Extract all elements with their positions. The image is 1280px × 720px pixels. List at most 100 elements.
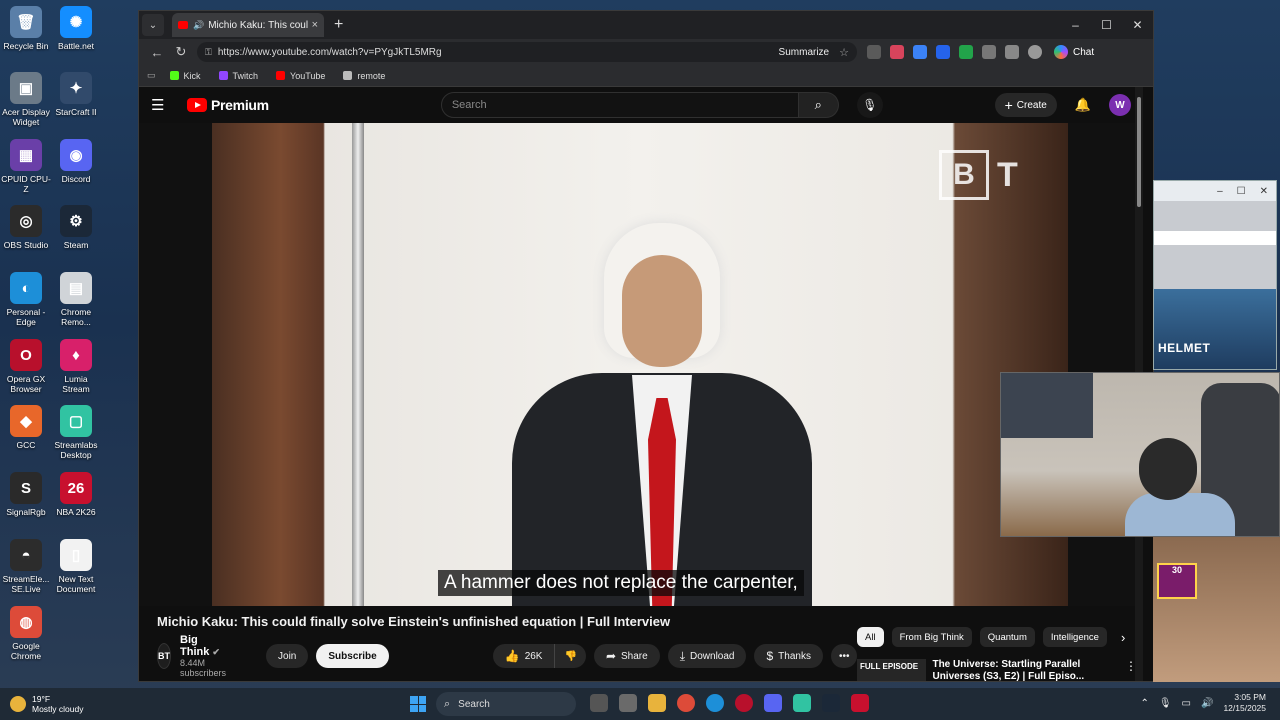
youtube-premium-logo[interactable]: Premium (187, 97, 269, 113)
desktop-icon-recycle-bin[interactable]: 🗑 Recycle Bin (0, 6, 52, 51)
youtube-play-icon (187, 98, 207, 112)
discord-icon[interactable] (764, 694, 782, 712)
download-button[interactable]: ⤓ Download (667, 644, 747, 668)
new-tab-button[interactable]: + (334, 16, 343, 34)
start-button[interactable] (410, 696, 426, 712)
recommended-thumbnail[interactable]: FULL EPISODE (857, 659, 927, 681)
edge-icon[interactable] (706, 694, 724, 712)
extensions-puzzle-icon[interactable] (1005, 45, 1019, 59)
desktop-icon-personal-edge[interactable]: ◐ Personal - Edge (0, 272, 52, 327)
favorite-star-icon[interactable]: ☆ (839, 46, 849, 59)
favorite-youtube[interactable]: YouTube (276, 71, 325, 81)
clock[interactable]: 3:05 PM 12/15/2025 (1223, 692, 1266, 714)
profile-icon[interactable] (1028, 45, 1042, 59)
tab-youtube[interactable]: 🔊 Michio Kaku: This could finally × (172, 13, 324, 37)
chip-intelligence[interactable]: Intelligence (1042, 627, 1107, 647)
close-window-icon[interactable]: ✕ (1122, 18, 1153, 32)
opera-gx-icon[interactable] (735, 694, 753, 712)
close-icon[interactable]: ✕ (1260, 186, 1268, 197)
desktop-icon-streamlabs-desktop[interactable]: ▢ Streamlabs Desktop (50, 405, 102, 460)
minimize-icon[interactable]: – (1060, 18, 1091, 32)
network-icon[interactable]: ▭ (1182, 698, 1191, 709)
extension-icon[interactable] (936, 45, 950, 59)
back-icon[interactable]: ← (145, 45, 169, 60)
notifications-bell-icon[interactable]: 🔔 (1075, 97, 1091, 113)
chips-next-icon[interactable]: › (1121, 630, 1125, 645)
microphone-icon[interactable]: 🎙 (1159, 698, 1172, 709)
desktop-icon-battle-net[interactable]: ✺ Battle.net (50, 6, 102, 51)
account-avatar[interactable]: W (1109, 94, 1131, 116)
like-button[interactable]: 👍 26K (492, 644, 556, 668)
refresh-icon[interactable]: ↻ (169, 44, 193, 60)
weather-widget[interactable]: 19°F Mostly cloudy (10, 694, 84, 714)
minimize-icon[interactable]: – (1217, 186, 1223, 197)
desktop-icon-lumia-stream[interactable]: ♦ Lumia Stream (50, 339, 102, 394)
taskbar-search[interactable]: ⌕ Search (436, 692, 576, 716)
desktop-icon-steam[interactable]: ⚙ Steam (50, 205, 102, 250)
extension-icon[interactable] (959, 45, 973, 59)
file-explorer-icon[interactable] (648, 694, 666, 712)
copilot-chat-button[interactable]: Chat (1054, 45, 1094, 59)
voice-search-icon[interactable]: 🎙 (856, 92, 883, 118)
desktop-icon-starcraft-ii[interactable]: ✦ StarCraft II (50, 72, 102, 117)
recommended-video[interactable]: FULL EPISODE The Universe: Startling Par… (857, 659, 1137, 681)
subscribe-button[interactable]: Subscribe (316, 644, 389, 668)
speaker-icon[interactable]: 🔊 (193, 20, 204, 31)
desktop-icon-nba-2k26[interactable]: 26 NBA 2K26 (50, 472, 102, 517)
url-field[interactable]: ⚿ https://www.youtube.com/watch?v=PYgJkT… (197, 42, 857, 62)
more-actions-icon[interactable]: ••• (830, 644, 858, 668)
desktop-icon-signalrgb[interactable]: S SignalRgb (0, 472, 52, 517)
create-button[interactable]: + Create (994, 93, 1057, 117)
channel-name[interactable]: Big Think (180, 634, 209, 658)
join-button[interactable]: Join (266, 644, 309, 668)
maximize-icon[interactable]: ☐ (1091, 18, 1122, 32)
desktop-icon-new-text-document[interactable]: ▯ New Text Document (50, 539, 102, 594)
desktop-icon-streamele-se-live[interactable]: ◓ StreamEle... SE.Live (0, 539, 52, 594)
desktop-icon-discord[interactable]: ◉ Discord (50, 139, 102, 184)
recommended-title[interactable]: The Universe: Startling Parallel Univers… (932, 659, 1117, 681)
favorites-icon[interactable]: ▭ (147, 70, 156, 81)
search-button[interactable]: ⌕ (798, 92, 839, 118)
chrome-icon[interactable] (677, 694, 695, 712)
task-view-icon[interactable] (590, 694, 608, 712)
summarize-button[interactable]: Summarize (779, 47, 830, 58)
channel-avatar[interactable]: BT (157, 643, 171, 669)
thanks-icon: $ (766, 649, 774, 663)
nba-2k26-icon[interactable] (851, 694, 869, 712)
video-player[interactable]: B T A hammer does not replace the carpen… (139, 123, 1143, 606)
streamlabs-icon[interactable] (793, 694, 811, 712)
chip-all[interactable]: All (857, 627, 884, 647)
desktop-icon-chrome-remo[interactable]: ▤ Chrome Remo... (50, 272, 102, 327)
extension-icon[interactable] (890, 45, 904, 59)
maximize-icon[interactable]: ☐ (1237, 186, 1246, 197)
extension-icon[interactable] (867, 45, 881, 59)
game-preview-window: – ☐ ✕ HELMET (1153, 180, 1277, 370)
desktop-icon-obs-studio[interactable]: ◎ OBS Studio (0, 205, 52, 250)
tab-close-icon[interactable]: × (312, 19, 318, 31)
search-input[interactable]: Search (440, 92, 799, 118)
site-info-icon[interactable]: ⚿ (205, 47, 212, 58)
extension-icon[interactable] (982, 45, 996, 59)
desktop-icon-cpuid-cpu-z[interactable]: ▦ CPUID CPU-Z (0, 139, 52, 194)
favorite-twitch[interactable]: Twitch (218, 71, 258, 81)
volume-icon[interactable]: 🔊 (1201, 698, 1213, 709)
chip-from-big-think[interactable]: From Big Think (891, 627, 972, 647)
desktop-icon-acer-display-widget[interactable]: ▣ Acer Display Widget (0, 72, 52, 127)
dislike-button[interactable]: 👎 (555, 644, 586, 668)
app-icon: ▦ (10, 139, 42, 171)
desktop-icon-gcc[interactable]: ◆ GCC (0, 405, 52, 450)
desktop-icon-opera-gx-browser[interactable]: O Opera GX Browser (0, 339, 52, 394)
favorite-kick[interactable]: Kick (169, 71, 201, 81)
extension-icon[interactable] (913, 45, 927, 59)
chip-quantum[interactable]: Quantum (979, 627, 1035, 647)
steam-icon[interactable] (822, 694, 840, 712)
favorite-remote[interactable]: remote (343, 71, 385, 81)
desktop-icon-google-chrome[interactable]: ◍ Google Chrome (0, 606, 52, 661)
logo-text: Premium (211, 97, 269, 113)
show-hidden-icons-icon[interactable]: ⌃ (1140, 698, 1148, 709)
thanks-button[interactable]: $ Thanks (754, 644, 823, 668)
menu-icon[interactable]: ☰ (151, 96, 177, 114)
share-button[interactable]: ➦ Share (593, 644, 660, 668)
app-icon[interactable] (619, 694, 637, 712)
tab-actions-menu-icon[interactable]: ⌄ (142, 14, 164, 36)
